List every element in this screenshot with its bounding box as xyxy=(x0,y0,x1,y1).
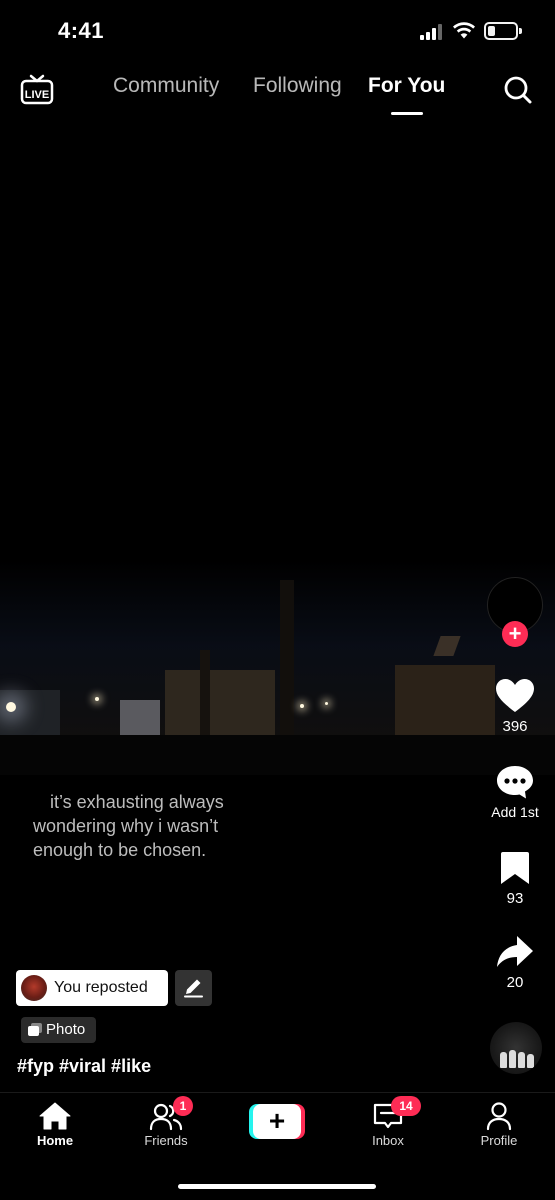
nav-home-label: Home xyxy=(36,1133,74,1148)
photo-stack-icon xyxy=(28,1023,42,1036)
repost-label: You reposted xyxy=(54,979,148,996)
tab-for-you[interactable]: For You xyxy=(368,74,445,98)
cellular-signal-icon xyxy=(420,24,444,40)
wifi-icon xyxy=(453,22,475,39)
active-tab-indicator xyxy=(391,112,423,115)
post-hashtags[interactable]: #fyp #viral #like xyxy=(17,1056,151,1077)
music-disc[interactable] xyxy=(490,1022,542,1074)
avatar xyxy=(21,975,47,1001)
street-light xyxy=(300,704,304,708)
photo-caption-text: it’s exhausting always wondering why i w… xyxy=(33,790,293,862)
tab-following[interactable]: Following xyxy=(253,74,342,98)
share-arrow-icon xyxy=(497,936,533,967)
caption-line: enough to be chosen. xyxy=(33,840,207,860)
pencil-icon xyxy=(184,979,203,998)
nav-home[interactable]: Home xyxy=(15,1101,95,1148)
nav-friends[interactable]: Friends xyxy=(126,1101,206,1148)
create-post-button[interactable]: + xyxy=(249,1104,305,1139)
street-light xyxy=(325,702,328,705)
battery-icon xyxy=(484,22,522,40)
search-icon[interactable] xyxy=(503,75,533,105)
comment-count: Add 1st xyxy=(491,804,539,820)
share-count: 20 xyxy=(506,974,524,991)
profile-icon xyxy=(486,1102,512,1131)
home-indicator[interactable] xyxy=(178,1184,376,1189)
ground xyxy=(0,735,555,775)
inbox-notification-badge: 14 xyxy=(391,1096,421,1116)
post-photo[interactable] xyxy=(0,0,555,1092)
bookmark-count: 93 xyxy=(506,890,524,907)
caption-line: wondering why i wasn’t xyxy=(33,816,219,836)
photo-badge: Photo xyxy=(21,1017,96,1043)
building-silhouette xyxy=(120,700,160,740)
nav-profile[interactable]: Profile xyxy=(459,1101,539,1148)
battery-level xyxy=(488,26,495,36)
comment-button[interactable]: Add 1st xyxy=(485,764,545,820)
street-light xyxy=(6,702,16,712)
comment-icon xyxy=(497,766,533,799)
repost-indicator[interactable]: You reposted xyxy=(16,970,168,1006)
nav-friends-label: Friends xyxy=(144,1133,188,1148)
caption-line: it’s exhausting always xyxy=(50,792,224,812)
building-silhouette xyxy=(0,690,60,740)
feed-tabs: Community Following For You xyxy=(0,74,555,118)
pole-silhouette xyxy=(280,580,294,740)
heart-icon xyxy=(496,679,534,712)
create-plus-icon: + xyxy=(253,1104,301,1139)
follow-plus-button[interactable]: + xyxy=(502,621,528,647)
friends-notification-badge: 1 xyxy=(173,1096,193,1116)
building-silhouette xyxy=(165,670,275,740)
pole-silhouette xyxy=(200,650,210,740)
edit-button[interactable] xyxy=(175,970,212,1006)
like-button[interactable]: 396 xyxy=(485,678,545,735)
street-light xyxy=(95,697,99,701)
status-bar: 4:41 xyxy=(0,0,555,62)
nav-profile-label: Profile xyxy=(480,1133,518,1148)
bookmark-button[interactable]: 93 xyxy=(485,850,545,907)
tab-community[interactable]: Community xyxy=(113,74,219,98)
like-count: 396 xyxy=(502,718,528,735)
home-icon xyxy=(39,1102,71,1130)
status-time: 4:41 xyxy=(58,18,105,43)
bookmark-icon xyxy=(501,852,529,884)
building-silhouette xyxy=(395,665,495,740)
nav-inbox-label: Inbox xyxy=(372,1133,404,1148)
share-button[interactable]: 20 xyxy=(485,934,545,991)
photo-label: Photo xyxy=(46,1021,86,1038)
